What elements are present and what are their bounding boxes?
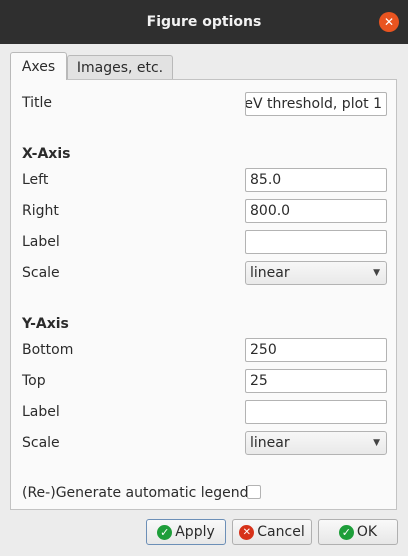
chevron-down-icon: ▼ xyxy=(373,438,380,448)
y-top-input[interactable]: 25 xyxy=(245,369,387,393)
title-input-value: keV threshold, plot 1 xyxy=(245,96,382,112)
window-title: Figure options xyxy=(146,14,262,30)
x-label-input[interactable] xyxy=(245,230,387,254)
tab-images[interactable]: Images, etc. xyxy=(67,55,173,79)
title-bar: Figure options ✕ xyxy=(0,0,408,44)
apply-button[interactable]: ✓ Apply xyxy=(146,519,226,545)
x-scale-select[interactable]: linear ▼ xyxy=(245,261,387,285)
checkmark-icon: ✓ xyxy=(157,524,173,540)
legend-checkbox[interactable] xyxy=(247,485,261,499)
x-right-input[interactable]: 800.0 xyxy=(245,199,387,223)
cancel-icon: ✕ xyxy=(239,524,255,540)
title-input[interactable]: keV threshold, plot 1 xyxy=(245,92,387,116)
y-label-input[interactable] xyxy=(245,400,387,424)
tab-axes[interactable]: Axes xyxy=(10,52,67,80)
chevron-down-icon: ▼ xyxy=(373,268,380,278)
cancel-button[interactable]: ✕ Cancel xyxy=(232,519,312,545)
x-right-label: Right xyxy=(22,203,59,219)
x-scale-value: linear xyxy=(250,265,290,281)
x-left-value: 85.0 xyxy=(250,172,282,188)
y-bottom-value: 250 xyxy=(250,342,277,358)
title-label: Title xyxy=(22,95,53,111)
x-scale-label: Scale xyxy=(22,265,60,281)
y-bottom-label: Bottom xyxy=(22,342,74,358)
tab-images-label: Images, etc. xyxy=(76,59,164,76)
x-left-label: Left xyxy=(22,172,49,188)
tab-axes-label: Axes xyxy=(21,58,56,75)
y-axis-heading: Y-Axis xyxy=(22,316,69,332)
checkmark-icon: ✓ xyxy=(338,524,354,540)
ok-button[interactable]: ✓ OK xyxy=(318,519,398,545)
x-left-input[interactable]: 85.0 xyxy=(245,168,387,192)
x-axis-heading: X-Axis xyxy=(22,146,71,162)
y-bottom-input[interactable]: 250 xyxy=(245,338,387,362)
axes-panel: Title keV threshold, plot 1 X-Axis Left … xyxy=(10,79,397,510)
legend-label: (Re-)Generate automatic legend xyxy=(22,485,249,501)
x-right-value: 800.0 xyxy=(250,203,291,219)
y-label-label: Label xyxy=(22,404,60,420)
y-top-label: Top xyxy=(22,373,46,389)
ok-label: OK xyxy=(356,524,378,540)
close-button[interactable]: ✕ xyxy=(379,12,399,32)
y-scale-value: linear xyxy=(250,435,290,451)
cancel-label: Cancel xyxy=(257,524,305,540)
y-scale-select[interactable]: linear ▼ xyxy=(245,431,387,455)
y-top-value: 25 xyxy=(250,373,268,389)
close-icon: ✕ xyxy=(383,15,395,29)
y-scale-label: Scale xyxy=(22,435,60,451)
apply-label: Apply xyxy=(175,524,215,540)
x-label-label: Label xyxy=(22,234,60,250)
